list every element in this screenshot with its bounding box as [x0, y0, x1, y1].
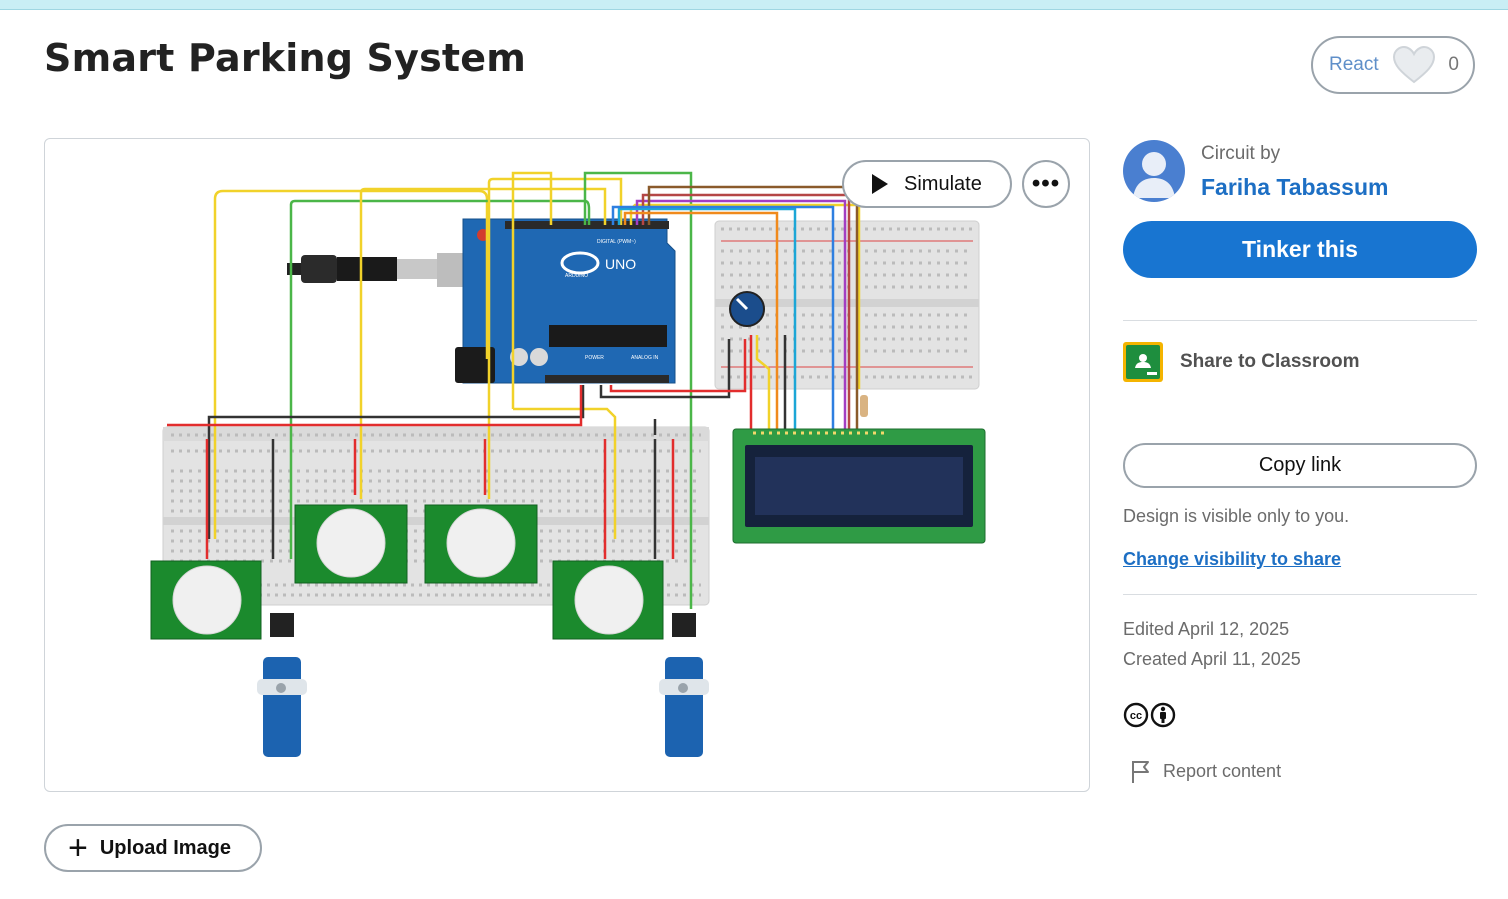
divider	[1123, 594, 1477, 595]
react-label: React	[1329, 54, 1379, 75]
plus-icon: +	[68, 829, 88, 867]
attribution-icon	[1150, 702, 1176, 728]
share-to-classroom-label: Share to Classroom	[1180, 351, 1360, 372]
pir-sensor-1	[150, 560, 262, 640]
board-analog-label: ANALOG IN	[631, 355, 659, 361]
change-visibility-link[interactable]: Change visibility to share	[1123, 549, 1341, 570]
board-model-label: UNO	[605, 256, 636, 272]
simulate-label: Simulate	[904, 172, 982, 195]
divider	[1123, 320, 1477, 321]
lcd-display	[732, 428, 986, 544]
visibility-text: Design is visible only to you.	[1123, 506, 1350, 526]
more-options-button[interactable]: •••	[1022, 160, 1070, 208]
react-count: 0	[1448, 54, 1459, 75]
board-digital-label: DIGITAL (PWM~)	[597, 239, 636, 245]
report-content-link[interactable]: Report content	[1129, 758, 1281, 784]
react-button[interactable]: React 0	[1311, 36, 1475, 94]
circuit-by-label: Circuit by	[1201, 143, 1281, 164]
avatar[interactable]	[1123, 140, 1185, 202]
heart-icon	[1392, 45, 1435, 84]
user-icon	[1133, 152, 1175, 198]
circuit-diagram: UNO ARDUINO DIGITAL (PWM~) POWER ANALOG …	[150, 171, 986, 757]
upload-image-label: Upload Image	[99, 836, 231, 859]
cc-icon: cc	[1123, 702, 1149, 728]
author-block: Circuit by Fariha Tabassum	[1123, 140, 1477, 204]
author-name-link[interactable]: Fariha Tabassum	[1201, 174, 1388, 201]
report-content-label: Report content	[1163, 760, 1282, 781]
pir-sensor-3	[424, 504, 538, 584]
resistor	[860, 395, 868, 417]
pir-sensor-2	[294, 504, 408, 584]
board-power-label: POWER	[585, 355, 604, 361]
pir-sensor-4	[552, 560, 664, 640]
servo-motor-2	[659, 613, 709, 757]
share-to-classroom-button[interactable]: Share to Classroom	[1123, 341, 1360, 383]
svg-text:cc: cc	[1130, 710, 1142, 722]
upload-image-button[interactable]: + Upload Image	[44, 824, 262, 872]
creative-commons-license[interactable]: cc	[1123, 701, 1177, 729]
edited-date: Edited April 12, 2025	[1123, 619, 1290, 639]
circuit-canvas[interactable]: UNO ARDUINO DIGITAL (PWM~) POWER ANALOG …	[44, 138, 1090, 792]
simulate-button[interactable]: Simulate	[842, 160, 1012, 208]
play-icon	[872, 174, 888, 194]
page-title: Smart Parking System	[44, 36, 527, 80]
servo-motor-1	[257, 613, 307, 757]
google-classroom-icon	[1123, 342, 1163, 382]
created-date: Created April 11, 2025	[1123, 649, 1301, 669]
tinker-this-button[interactable]: Tinker this	[1123, 221, 1477, 278]
flag-icon	[1132, 761, 1149, 783]
board-brand-label: ARDUINO	[565, 273, 588, 279]
more-icon: •••	[1031, 170, 1061, 197]
top-banner	[0, 0, 1508, 10]
potentiometer	[729, 291, 765, 327]
copy-link-button[interactable]: Copy link	[1123, 443, 1477, 488]
